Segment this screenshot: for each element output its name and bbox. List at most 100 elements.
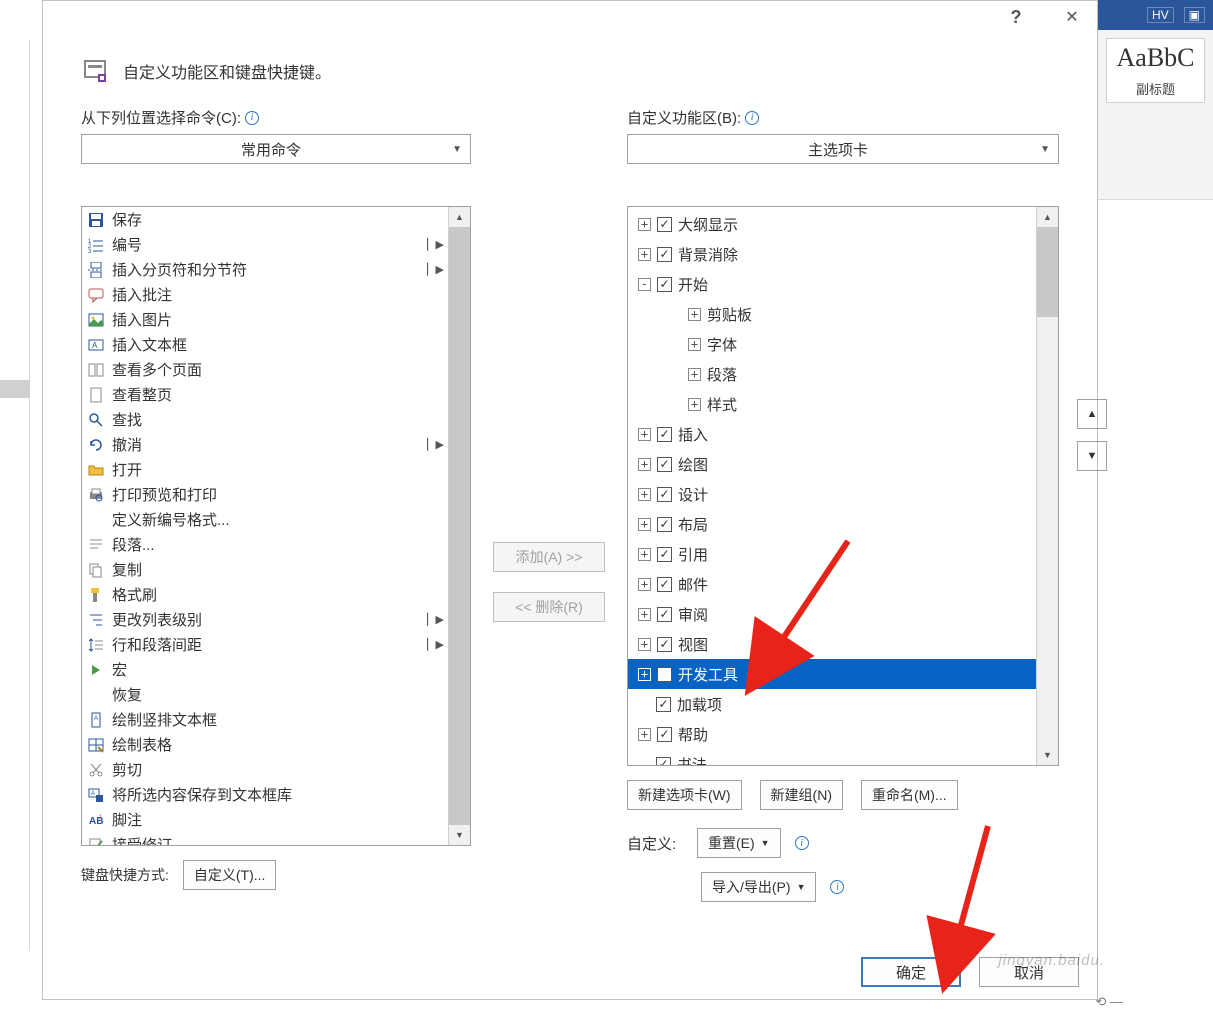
expand-icon[interactable]: + xyxy=(688,398,701,411)
expand-icon[interactable]: + xyxy=(638,218,651,231)
checkbox[interactable]: ✓ xyxy=(656,697,671,712)
expand-icon[interactable]: + xyxy=(638,458,651,471)
command-item[interactable]: 插入批注 xyxy=(82,282,448,307)
info-icon[interactable]: i xyxy=(745,111,759,125)
new-tab-button[interactable]: 新建选项卡(W) xyxy=(627,780,742,810)
command-item[interactable]: 复制 xyxy=(82,557,448,582)
info-icon[interactable]: i xyxy=(795,836,809,850)
tab-tree-item[interactable]: +✓开发工具 xyxy=(628,659,1036,689)
scroll-thumb[interactable] xyxy=(1037,227,1058,317)
reset-button[interactable]: 重置(E) xyxy=(697,828,781,858)
checkbox[interactable]: ✓ xyxy=(657,607,672,622)
checkbox[interactable]: ✓ xyxy=(657,727,672,742)
new-group-button[interactable]: 新建组(N) xyxy=(760,780,843,810)
checkbox[interactable]: ✓ xyxy=(657,457,672,472)
expand-icon[interactable]: + xyxy=(638,488,651,501)
commands-listbox[interactable]: 保存123编号▏▶插入分页符和分节符▏▶插入批注插入图片A插入文本框查看多个页面… xyxy=(81,206,471,846)
expand-icon[interactable]: + xyxy=(688,338,701,351)
command-item[interactable]: 剪切 xyxy=(82,757,448,782)
tab-tree-item[interactable]: +✓引用 xyxy=(628,539,1036,569)
ribbon-tabs-combo[interactable]: 主选项卡 ▼ xyxy=(627,134,1059,164)
scroll-up-icon[interactable]: ▲ xyxy=(1037,207,1058,227)
command-item[interactable]: AB1脚注 xyxy=(82,807,448,832)
command-item[interactable]: 查看整页 xyxy=(82,382,448,407)
expand-icon[interactable]: + xyxy=(638,248,651,261)
checkbox[interactable]: ✓ xyxy=(657,517,672,532)
command-item[interactable]: 打印预览和打印 xyxy=(82,482,448,507)
command-item[interactable]: 查找 xyxy=(82,407,448,432)
tab-tree-item[interactable]: ✓书法 xyxy=(628,749,1036,765)
scroll-down-icon[interactable]: ▼ xyxy=(449,825,470,845)
command-item[interactable]: A将所选内容保存到文本框库 xyxy=(82,782,448,807)
scrollbar[interactable]: ▲ ▼ xyxy=(1036,207,1058,765)
scroll-down-icon[interactable]: ▼ xyxy=(1037,745,1058,765)
tab-tree-item[interactable]: +✓审阅 xyxy=(628,599,1036,629)
expand-icon[interactable]: + xyxy=(638,428,651,441)
tab-tree-item[interactable]: +样式 xyxy=(628,389,1036,419)
tab-tree-item[interactable]: ✓加载项 xyxy=(628,689,1036,719)
scroll-thumb[interactable] xyxy=(449,227,470,825)
checkbox[interactable]: ✓ xyxy=(657,637,672,652)
ok-button[interactable]: 确定 xyxy=(861,957,961,987)
expand-icon[interactable]: + xyxy=(638,548,651,561)
tab-tree-item[interactable]: +字体 xyxy=(628,329,1036,359)
help-button[interactable]: ? xyxy=(997,2,1035,32)
tab-tree-item[interactable]: +✓帮助 xyxy=(628,719,1036,749)
tab-tree-item[interactable]: +✓布局 xyxy=(628,509,1036,539)
tab-tree-item[interactable]: +✓邮件 xyxy=(628,569,1036,599)
command-item[interactable]: 插入分页符和分节符▏▶ xyxy=(82,257,448,282)
command-item[interactable]: 查看多个页面 xyxy=(82,357,448,382)
ribbon-tabs-tree[interactable]: +✓大纲显示+✓背景消除-✓开始+剪贴板+字体+段落+样式+✓插入+✓绘图+✓设… xyxy=(627,206,1059,766)
command-item[interactable]: 撤消▏▶ xyxy=(82,432,448,457)
command-item[interactable]: 绘制表格 xyxy=(82,732,448,757)
command-item[interactable]: 保存 xyxy=(82,207,448,232)
command-item[interactable]: 定义新编号格式... xyxy=(82,507,448,532)
info-icon[interactable]: i xyxy=(245,111,259,125)
expand-icon[interactable]: + xyxy=(638,728,651,741)
expand-icon[interactable]: + xyxy=(638,518,651,531)
commands-source-combo[interactable]: 常用命令 ▼ xyxy=(81,134,471,164)
checkbox[interactable]: ✓ xyxy=(657,547,672,562)
tab-tree-item[interactable]: +✓设计 xyxy=(628,479,1036,509)
customize-keyboard-button[interactable]: 自定义(T)... xyxy=(183,860,277,890)
command-item[interactable]: 打开 xyxy=(82,457,448,482)
tab-tree-item[interactable]: +✓绘图 xyxy=(628,449,1036,479)
command-item[interactable]: 段落... xyxy=(82,532,448,557)
tab-tree-item[interactable]: +✓大纲显示 xyxy=(628,209,1036,239)
move-up-button[interactable]: ▲ xyxy=(1077,399,1107,429)
tab-tree-item[interactable]: +段落 xyxy=(628,359,1036,389)
tab-tree-item[interactable]: +✓视图 xyxy=(628,629,1036,659)
scrollbar[interactable]: ▲ ▼ xyxy=(448,207,470,845)
expand-icon[interactable]: - xyxy=(638,278,651,291)
expand-icon[interactable]: + xyxy=(688,308,701,321)
info-icon[interactable]: i xyxy=(830,880,844,894)
command-item[interactable]: 123编号▏▶ xyxy=(82,232,448,257)
scroll-up-icon[interactable]: ▲ xyxy=(449,207,470,227)
checkbox[interactable]: ✓ xyxy=(657,277,672,292)
checkbox[interactable]: ✓ xyxy=(657,667,672,682)
expand-icon[interactable]: + xyxy=(638,578,651,591)
expand-icon[interactable]: + xyxy=(638,638,651,651)
checkbox[interactable]: ✓ xyxy=(657,487,672,502)
checkbox[interactable]: ✓ xyxy=(656,757,671,766)
tab-tree-item[interactable]: +剪贴板 xyxy=(628,299,1036,329)
command-item[interactable]: 行和段落间距▏▶ xyxy=(82,632,448,657)
expand-icon[interactable]: + xyxy=(688,368,701,381)
command-item[interactable]: 接受修订 xyxy=(82,832,448,845)
command-item[interactable]: 宏 xyxy=(82,657,448,682)
close-button[interactable]: ✕ xyxy=(1053,2,1091,32)
tab-tree-item[interactable]: +✓插入 xyxy=(628,419,1036,449)
checkbox[interactable]: ✓ xyxy=(657,427,672,442)
checkbox[interactable]: ✓ xyxy=(657,577,672,592)
expand-icon[interactable]: + xyxy=(638,668,651,681)
command-item[interactable]: 恢复 xyxy=(82,682,448,707)
expand-icon[interactable]: + xyxy=(638,608,651,621)
ribbon-display-icon[interactable]: ▣ xyxy=(1184,7,1205,23)
import-export-button[interactable]: 导入/导出(P) xyxy=(701,872,816,902)
rename-button[interactable]: 重命名(M)... xyxy=(861,780,958,810)
command-item[interactable]: 更改列表级别▏▶ xyxy=(82,607,448,632)
tab-tree-item[interactable]: -✓开始 xyxy=(628,269,1036,299)
command-item[interactable]: 插入图片 xyxy=(82,307,448,332)
command-item[interactable]: A绘制竖排文本框 xyxy=(82,707,448,732)
move-down-button[interactable]: ▼ xyxy=(1077,441,1107,471)
